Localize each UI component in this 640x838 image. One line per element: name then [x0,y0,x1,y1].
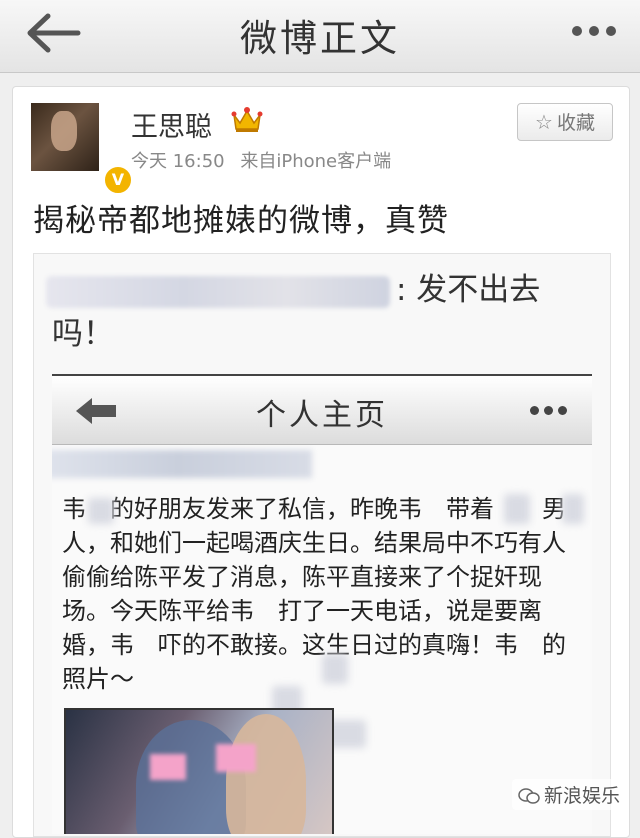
redaction-blur [504,494,530,524]
avatar[interactable]: V [31,103,133,195]
retweet-block[interactable]: : 发不出去 吗！ 个人主页 韦 的好朋友发来了私信，昨晚韦 带着 男人，和她们… [33,253,611,837]
attached-photo[interactable] [64,708,334,834]
redaction-blur [562,494,584,524]
embedded-screenshot[interactable]: 个人主页 韦 的好朋友发来了私信，昨晚韦 带着 男人，和她们一起喝酒庆生日。结果… [52,374,592,834]
verified-icon: V [103,165,133,195]
more-dots-icon[interactable] [570,20,618,44]
page-title: 微博正文 [240,17,400,60]
more-dots-icon [530,406,570,418]
embed-navbar: 个人主页 [52,374,592,445]
crown-icon [231,107,263,132]
post-time: 今天 16:50 [131,151,225,172]
top-navbar: 微博正文 [0,0,640,73]
post-text: 揭秘帝都地摊婊的微博，真赞 [33,203,449,239]
redaction-blur [322,654,348,684]
post-source: 来自iPhone客户端 [240,151,392,172]
watermark: 新浪娱乐 [511,779,626,810]
redaction-blur [88,498,114,524]
favorite-label: 收藏 [556,112,595,134]
watermark-text: 新浪娱乐 [543,785,620,807]
retweet-text: : 发不出去 吗！ [52,268,592,356]
weibo-card: V 王思聪 今天 16:50 来自iPhone客户端 ☆ 收藏 揭秘帝都地摊婊的微… [12,86,630,838]
retweet-text-line1: : 发不出去 [396,272,541,308]
author-name[interactable]: 王思聪 [131,105,212,144]
retweet-text-line2: 吗！ [52,316,114,352]
post-meta: 今天 16:50 来自iPhone客户端 [131,147,401,173]
star-icon: ☆ [535,110,553,134]
embed-title: 个人主页 [256,398,388,433]
blurred-profile-name [52,450,312,478]
favorite-button[interactable]: ☆ 收藏 [517,103,613,141]
wechat-icon [518,788,540,804]
